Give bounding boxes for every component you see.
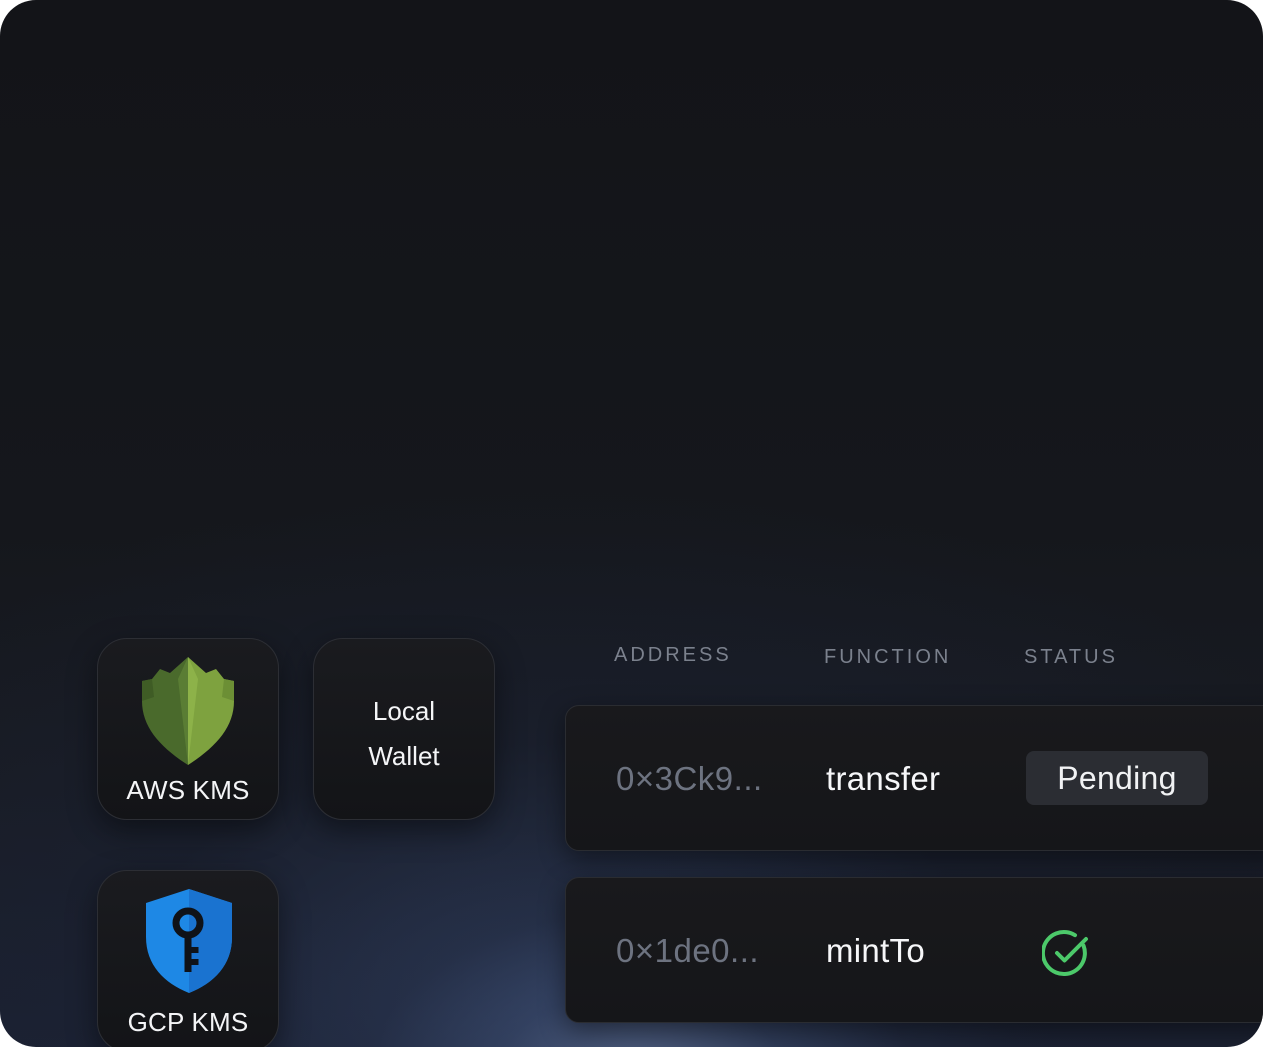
column-header-function: FUNCTION xyxy=(824,646,952,668)
gcp-kms-tile[interactable]: GCP KMS xyxy=(97,870,279,1047)
aws-kms-shield-icon xyxy=(142,657,234,765)
local-wallet-tile[interactable]: Local Wallet xyxy=(313,638,495,820)
transaction-row[interactable]: 0×1de0... mintTo xyxy=(565,877,1263,1023)
transaction-function: transfer xyxy=(826,760,941,797)
status-badge-pending: Pending xyxy=(1026,751,1208,805)
local-wallet-label-line2: Wallet xyxy=(368,741,440,771)
aws-kms-tile[interactable]: AWS KMS xyxy=(97,638,279,820)
gcp-key-shield-icon xyxy=(146,889,232,993)
gcp-kms-label: GCP KMS xyxy=(127,1007,249,1037)
transaction-function: mintTo xyxy=(826,932,925,969)
aws-kms-label: AWS KMS xyxy=(126,775,250,805)
transaction-address: 0×3Ck9... xyxy=(616,760,763,797)
column-header-status: STATUS xyxy=(1024,646,1118,668)
transaction-address: 0×1de0... xyxy=(616,932,760,969)
local-wallet-label-line1: Local xyxy=(372,696,436,726)
app-canvas: AWS KMS Local Wallet GCP KMS ADDRESS FUN… xyxy=(0,0,1263,1047)
transaction-row[interactable]: 0×3Ck9... transfer Pending xyxy=(565,705,1263,851)
check-circle-icon xyxy=(1042,930,1088,976)
local-wallet-label: Local Wallet xyxy=(314,689,494,779)
column-header-address: ADDRESS xyxy=(614,644,732,666)
